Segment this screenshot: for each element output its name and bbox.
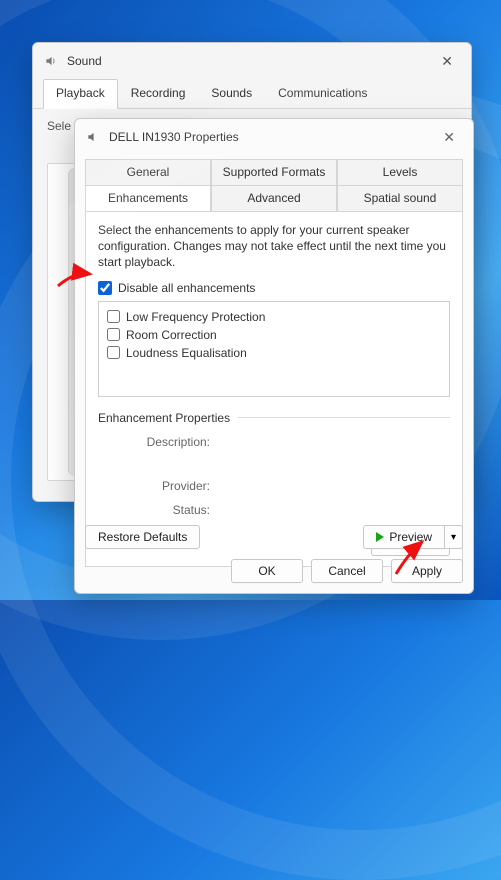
close-icon[interactable]: ✕	[433, 49, 461, 74]
annotation-arrow	[56, 268, 96, 297]
prop-provider-row: Provider:	[98, 479, 450, 493]
prop-provider-label: Provider:	[98, 479, 218, 493]
list-item[interactable]: Low Frequency Protection	[107, 308, 441, 326]
prop-status-label: Status:	[98, 503, 218, 517]
loudness-equalisation-checkbox[interactable]	[107, 346, 120, 359]
annotation-arrow	[392, 538, 436, 583]
list-item[interactable]: Room Correction	[107, 326, 441, 344]
restore-defaults-button[interactable]: Restore Defaults	[85, 525, 200, 549]
sound-title: Sound	[67, 54, 102, 68]
prop-description-row: Description:	[98, 435, 450, 449]
enhancements-list[interactable]: Low Frequency Protection Room Correction…	[98, 301, 450, 397]
tab-spatial-sound[interactable]: Spatial sound	[337, 185, 463, 212]
low-frequency-checkbox[interactable]	[107, 310, 120, 323]
preview-split-button[interactable]: Preview ▾	[363, 525, 463, 549]
prop-description-label: Description:	[98, 435, 218, 449]
cancel-button[interactable]: Cancel	[311, 559, 383, 583]
tab-enhancements[interactable]: Enhancements	[85, 185, 211, 212]
tab-general[interactable]: General	[85, 159, 211, 185]
sound-window: Sound ✕ Playback Recording Sounds Commun…	[32, 42, 472, 502]
enhancement-properties-group: Enhancement Properties	[98, 411, 450, 425]
list-item-label: Room Correction	[126, 328, 217, 342]
tab-communications[interactable]: Communications	[265, 79, 380, 108]
tab-recording[interactable]: Recording	[118, 79, 199, 108]
settings-button[interactable]: Settings...	[371, 532, 450, 556]
ok-button[interactable]: OK	[231, 559, 303, 583]
close-icon[interactable]: ✕	[435, 125, 463, 150]
tab-levels[interactable]: Levels	[337, 159, 463, 185]
preview-button[interactable]: Preview	[363, 525, 445, 549]
apply-button[interactable]: Apply	[391, 559, 463, 583]
tab-advanced[interactable]: Advanced	[211, 185, 337, 212]
sound-tabs: Playback Recording Sounds Communications	[33, 79, 471, 109]
disable-all-checkbox[interactable]	[98, 281, 112, 295]
list-item[interactable]: Loudness Equalisation	[107, 344, 441, 362]
properties-window: DELL IN1930 Properties ✕ General Support…	[74, 118, 474, 594]
disable-all-label: Disable all enhancements	[118, 281, 255, 295]
preview-dropdown[interactable]: ▾	[445, 525, 463, 549]
tab-supported-formats[interactable]: Supported Formats	[211, 159, 337, 185]
properties-footer: Restore Defaults Preview ▾ OK Cancel App…	[85, 525, 463, 583]
sound-device-list[interactable]	[47, 163, 87, 481]
enhancements-description: Select the enhancements to apply for you…	[98, 222, 450, 271]
preview-label: Preview	[389, 530, 432, 544]
list-item-label: Loudness Equalisation	[126, 346, 247, 360]
sound-icon	[43, 53, 59, 69]
tab-sounds[interactable]: Sounds	[198, 79, 265, 108]
room-correction-checkbox[interactable]	[107, 328, 120, 341]
properties-title: DELL IN1930 Properties	[109, 130, 239, 144]
enhancements-panel: Select the enhancements to apply for you…	[85, 212, 463, 567]
play-icon	[376, 532, 384, 542]
sound-titlebar[interactable]: Sound ✕	[33, 43, 471, 79]
tab-playback[interactable]: Playback	[43, 79, 118, 109]
disable-all-enhancements[interactable]: Disable all enhancements	[98, 281, 450, 295]
prop-status-row: Status:	[98, 503, 450, 517]
speaker-icon	[85, 129, 101, 145]
list-item-label: Low Frequency Protection	[126, 310, 265, 324]
chevron-down-icon: ▾	[451, 532, 456, 543]
group-label: Enhancement Properties	[98, 411, 230, 425]
scrollbar[interactable]	[68, 168, 82, 476]
properties-titlebar[interactable]: DELL IN1930 Properties ✕	[75, 119, 473, 155]
properties-tabs: General Supported Formats Levels Enhance…	[75, 155, 473, 212]
